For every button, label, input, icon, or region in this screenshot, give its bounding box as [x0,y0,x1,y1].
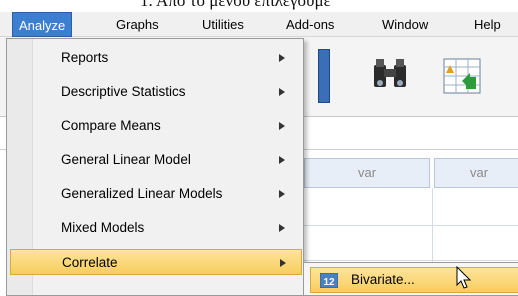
menu-analyze[interactable]: Analyze [12,12,73,37]
menu-item-label: General Linear Model [61,152,191,167]
menu-item-label: Correlate [62,255,118,270]
menu-help[interactable]: Help [468,12,507,37]
menu-item-label: Reports [61,50,109,65]
menu-utilities[interactable]: Utilities [196,12,250,37]
menu-item-mixed-models[interactable]: Mixed Models [10,215,302,241]
menu-item-label: Compare Means [61,118,161,133]
menu-item-label: Bivariate... [351,272,415,287]
submenu-arrow-icon [279,190,285,198]
menu-graphs[interactable]: Graphs [110,12,165,37]
submenu-arrow-icon [279,88,285,96]
menu-item-label: Generalized Linear Models [61,186,223,201]
menu-item-descriptive-statistics[interactable]: Descriptive Statistics [10,79,302,105]
bivariate-12-icon: 12 [320,273,338,288]
column-header-var[interactable]: var [434,158,518,188]
menu-item-correlate[interactable]: Correlate [10,249,302,275]
icon-text: 12 [323,277,335,288]
menu-item-label: Mixed Models [61,220,145,235]
menu-item-reports[interactable]: Reports [10,45,302,71]
data-editor-icon[interactable] [318,49,330,103]
menu-add-ons[interactable]: Add-ons [280,12,340,37]
submenu-arrow-icon [279,224,285,232]
binoculars-find-icon[interactable] [368,51,412,101]
mouse-pointer-icon [456,266,472,289]
submenu-arrow-icon [280,259,286,267]
analyze-dropdown-menu: Reports Descriptive Statistics Compare M… [6,38,304,296]
menu-bar: Analyze Graphs Utilities Add-ons Window … [0,12,518,37]
menu-item-label: Descriptive Statistics [61,84,186,99]
submenu-arrow-icon [279,54,285,62]
insert-cases-icon[interactable] [440,51,484,101]
menu-window[interactable]: Window [376,12,434,37]
grid-row-divider [300,225,518,226]
grid-row-divider [300,260,518,261]
menu-item-bivariate[interactable]: 12 Bivariate... [310,267,518,293]
document-caption-fragment: 1. Από το μενού επιλέγουμε [140,0,331,10]
submenu-arrow-icon [279,122,285,130]
menu-item-generalized-linear-models[interactable]: Generalized Linear Models [10,181,302,207]
menu-item-compare-means[interactable]: Compare Means [10,113,302,139]
menu-item-general-linear-model[interactable]: General Linear Model [10,147,302,173]
column-header-var[interactable]: var [304,158,430,188]
submenu-arrow-icon [279,156,285,164]
correlate-submenu: 12 Bivariate... [303,262,518,296]
